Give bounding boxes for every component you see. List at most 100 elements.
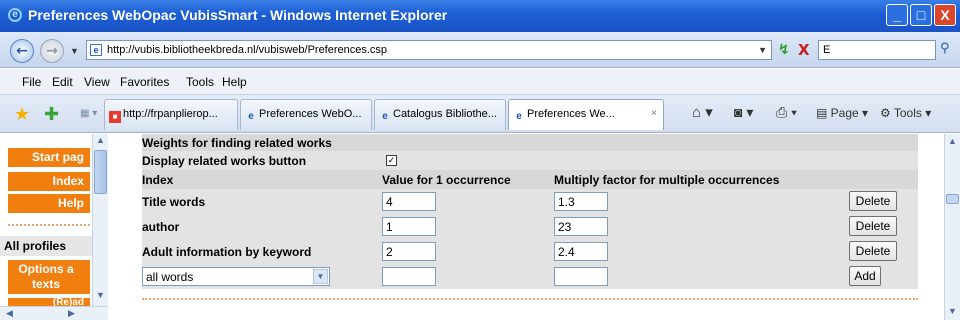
options-line-2: texts [31,277,60,291]
tab-1-label: http://frpanplierop... [123,108,218,120]
scroll-left-icon[interactable]: ◀ [6,308,13,319]
scroll-up-icon[interactable]: ▲ [948,136,957,146]
new-row: all words ▼ Add [142,264,918,289]
home-icon[interactable]: ⌂ ▾ [692,103,713,121]
index-button[interactable]: Index [8,172,90,191]
header-index: Index [142,173,174,187]
red-favicon-icon: ■ [109,111,121,123]
divider [142,298,918,300]
factor-input[interactable]: 2.4 [554,242,608,261]
index-select[interactable]: all words ▼ [142,267,330,286]
new-value-input[interactable] [382,267,436,286]
display-button-row: Display related works button ✓ [142,151,918,170]
tab-3[interactable]: e Catalogus Bibliothe... [374,99,506,130]
menu-file[interactable]: File [22,75,41,89]
tools-menu[interactable]: ⚙ Tools ▾ [880,106,931,120]
tools-menu-label: Tools [893,106,922,120]
tab-4-label: Preferences We... [527,108,615,120]
factor-input[interactable]: 1.3 [554,192,608,211]
back-button[interactable]: ← [10,39,34,63]
scroll-down-icon[interactable]: ▼ [948,306,957,316]
index-name: Adult information by keyword [142,245,312,259]
sidebar-scrollbar[interactable]: ▲ ▼ [92,134,108,306]
close-button[interactable]: X [934,4,956,26]
window-titlebar: e Preferences WebOpac VubisSmart - Windo… [0,0,960,32]
value-input[interactable]: 1 [382,217,436,236]
menu-tools[interactable]: Tools [186,75,214,89]
window-title: Preferences WebOpac VubisSmart - Windows… [28,7,448,23]
ie-icon: e [382,111,388,122]
minimize-button[interactable]: _ [886,4,908,26]
factor-input[interactable]: 23 [554,217,608,236]
tab-bar: ★ ✚ ▦ ▾ ■ http://frpanplierop... e Prefere… [0,95,960,133]
value-input[interactable]: 4 [382,192,436,211]
tab-1[interactable]: ■ http://frpanplierop... [104,99,238,130]
page-menu-label: Page [830,106,859,120]
ie-icon: e [516,111,522,122]
new-factor-input[interactable] [554,267,608,286]
scroll-up-icon[interactable]: ▲ [96,135,105,145]
index-name: author [142,220,180,234]
delete-button[interactable]: Delete [849,191,897,211]
page-menu[interactable]: ▤ Page ▾ [816,106,868,120]
search-input[interactable]: E [818,40,936,60]
divider [8,224,90,226]
menu-edit[interactable]: Edit [52,75,73,89]
url-text[interactable]: http://vubis.bibliotheekbreda.nl/vubiswe… [107,44,387,56]
header-factor: Multiply factor for multiple occurrences [554,173,780,187]
search-icon[interactable]: ⚲ [940,41,950,56]
quick-tabs-icon[interactable]: ▦ ▾ [80,108,97,119]
add-favorites-icon[interactable]: ✚ [44,104,59,125]
tab-2[interactable]: e Preferences WebO... [240,99,372,130]
ie-icon: e [248,111,254,122]
start-page-button[interactable]: Start pag [8,148,90,167]
page-scrollbar[interactable]: ▲ ▼ [944,134,960,320]
scroll-right-icon[interactable]: ▶ [68,308,75,319]
table-row: Title words 4 1.3 Delete [142,189,918,214]
table-row: author 1 23 Delete [142,214,918,239]
scroll-down-icon[interactable]: ▼ [96,290,105,300]
section-title: Weights for finding related works [142,136,332,150]
help-button[interactable]: Help [8,194,90,213]
options-line-1: Options a [18,262,74,276]
table-row: Adult information by keyword 2 2.4 Delet… [142,239,918,264]
close-tab-icon[interactable]: × [651,108,657,119]
index-name: Title words [142,195,206,209]
favorites-star-icon[interactable]: ★ [14,104,30,125]
tab-4[interactable]: e Preferences We... × [508,99,664,130]
print-icon[interactable]: ⎙ ▾ [776,104,797,121]
main-frame: Weights for finding related works Displa… [108,134,944,320]
address-toolbar: ← → ▼ e http://vubis.bibliotheekbreda.nl… [0,32,960,68]
page-favicon-icon: e [90,44,102,56]
display-related-label: Display related works button [142,154,307,168]
cut-off-button[interactable]: (Re)ad [8,298,90,306]
url-dropdown-icon[interactable]: ▼ [758,45,767,55]
value-input[interactable]: 2 [382,242,436,261]
ie-icon: e [8,8,22,22]
gear-icon: ⚙ [880,106,894,120]
chevron-down-icon[interactable]: ▼ [313,269,328,284]
scroll-thumb[interactable] [94,150,107,194]
stop-icon[interactable]: X [798,41,810,59]
delete-button[interactable]: Delete [849,241,897,261]
menu-help[interactable]: Help [222,75,247,89]
menu-view[interactable]: View [84,75,110,89]
section-title-row: Weights for finding related works [142,134,918,151]
all-profiles-label[interactable]: All profiles [0,236,94,256]
table-header-row: Index Value for 1 occurrence Multiply fa… [142,170,918,189]
sidebar-hscrollbar[interactable]: ◀ ▶ [0,306,108,320]
history-dropdown-icon[interactable]: ▼ [70,46,79,56]
display-related-checkbox[interactable]: ✓ [386,155,397,166]
delete-button[interactable]: Delete [849,216,897,236]
scroll-thumb[interactable] [946,194,959,204]
tab-3-label: Catalogus Bibliothe... [393,108,497,120]
maximize-button[interactable]: □ [910,4,932,26]
add-button[interactable]: Add [849,266,881,286]
refresh-icon[interactable]: ↯ [778,42,790,58]
feeds-icon[interactable]: ◙ ▾ [734,104,753,121]
options-texts-button[interactable]: Options a texts [8,260,90,294]
forward-button[interactable]: → [40,39,64,63]
menu-bar: File Edit View Favorites Tools Help [0,69,960,95]
menu-favorites[interactable]: Favorites [120,75,169,89]
url-field[interactable]: e http://vubis.bibliotheekbreda.nl/vubis… [86,40,772,60]
